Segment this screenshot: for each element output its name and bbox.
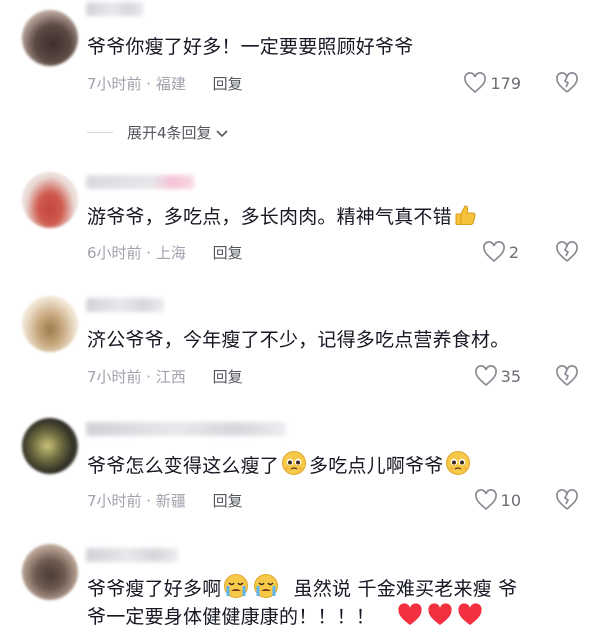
comment-text: 爷一定要身体健健康康的！！！！: [87, 602, 485, 632]
comment-text: 济公爷爷，今年瘦了不少，记得多吃点营养食材。: [87, 329, 510, 351]
heart-outline-icon: [464, 72, 487, 94]
avatar[interactable]: [22, 10, 78, 66]
red-heart-emoji: [458, 603, 482, 625]
username[interactable]: [86, 298, 164, 312]
like-count: 179: [490, 73, 521, 93]
heart-outline-icon: [474, 365, 497, 387]
broken-heart-icon[interactable]: [555, 489, 579, 511]
reply-button[interactable]: 回复: [213, 492, 243, 510]
heart-emoji-group: [395, 603, 485, 628]
like-button[interactable]: 2: [482, 241, 519, 263]
reply-button[interactable]: 回复: [213, 75, 243, 93]
like-button[interactable]: 10: [474, 489, 521, 511]
expand-divider: [87, 132, 113, 133]
comment-text: 爷爷瘦了好多啊 虽然说 千金难买老来瘦 爷: [87, 573, 517, 604]
comment-meta: 7小时前 · 新疆 回复: [87, 490, 243, 511]
comment-meta: 7小时前 · 江西 回复: [87, 366, 243, 387]
username[interactable]: [86, 2, 144, 16]
like-count: 10: [500, 490, 521, 510]
avatar[interactable]: [22, 172, 78, 228]
like-button[interactable]: 35: [474, 365, 521, 387]
like-button[interactable]: 179: [463, 72, 521, 94]
crying-face-emoji: [254, 574, 279, 598]
red-heart-emoji: [398, 603, 422, 625]
comment-meta: 6小时前 · 上海 回复: [87, 242, 243, 263]
comment-text-part: 爷爷怎么变得这么瘦了: [87, 455, 280, 477]
comment-text-part: 多吃点儿啊爷爷: [309, 455, 444, 477]
reply-button[interactable]: 回复: [213, 368, 243, 386]
avatar[interactable]: [22, 418, 78, 474]
comment-text: 爷爷你瘦了好多！一定要要照顾好爷爷: [87, 36, 414, 58]
comment-time-location: 7小时前 · 江西: [87, 368, 186, 386]
pleading-face-emoji: [446, 451, 471, 475]
username[interactable]: [86, 175, 194, 189]
comment-text: 游爷爷，多吃点，多长肉肉。精神气真不错: [87, 202, 480, 232]
comment-text-body: 游爷爷，多吃点，多长肉肉。精神气真不错: [87, 206, 452, 228]
comment-time-location: 6小时前 · 上海: [87, 244, 186, 262]
broken-heart-icon[interactable]: [555, 365, 579, 387]
red-heart-emoji: [428, 603, 452, 625]
chevron-down-icon: [215, 129, 228, 137]
comment-meta: 7小时前 · 福建 回复: [87, 73, 243, 94]
comment-time-location: 7小时前 · 福建: [87, 75, 186, 93]
broken-heart-icon[interactable]: [555, 72, 579, 94]
broken-heart-icon[interactable]: [555, 241, 579, 263]
comment-time-location: 7小时前 · 新疆: [87, 492, 186, 510]
comment-text: 爷爷怎么变得这么瘦了 多吃点儿啊爷爷: [87, 450, 473, 481]
comment-text-part: 爷爷瘦了好多啊: [87, 578, 222, 600]
like-count: 35: [500, 366, 521, 386]
username[interactable]: [86, 548, 178, 562]
avatar[interactable]: [22, 544, 78, 600]
comment-text-part: 爷一定要身体健健康康的！！！！: [87, 606, 376, 628]
comment-text-part: 虽然说 千金难买老来瘦 爷: [293, 578, 518, 600]
thumbs-up-emoji: [455, 205, 476, 225]
expand-replies-button[interactable]: 展开4条回复: [87, 122, 230, 143]
expand-replies-label: 展开4条回复: [127, 124, 212, 142]
heart-outline-icon: [482, 241, 505, 263]
like-count: 2: [508, 242, 519, 262]
username[interactable]: [86, 422, 286, 436]
crying-face-emoji: [224, 574, 249, 598]
reply-button[interactable]: 回复: [213, 244, 243, 262]
heart-outline-icon: [474, 489, 497, 511]
pleading-face-emoji: [282, 451, 307, 475]
avatar[interactable]: [22, 296, 78, 352]
